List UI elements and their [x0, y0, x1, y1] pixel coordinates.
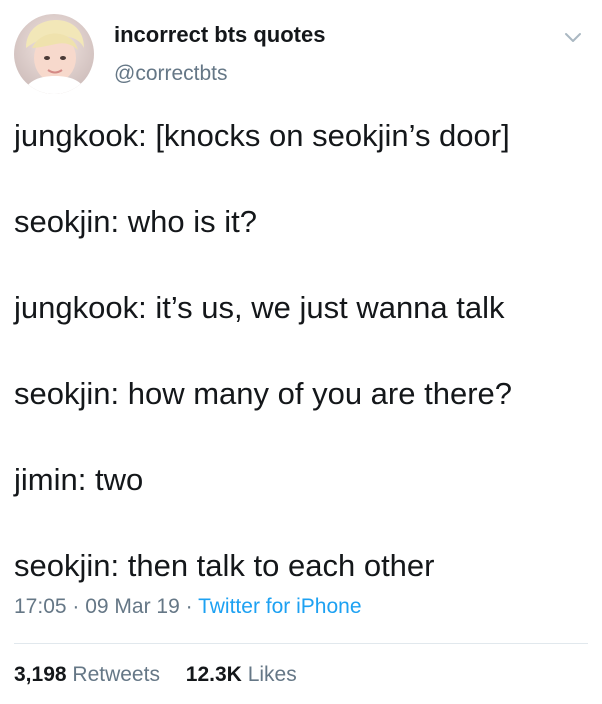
user-handle[interactable]: @correctbts — [114, 62, 228, 86]
tweet-time[interactable]: 17:05 — [14, 595, 67, 618]
source-link[interactable]: Twitter for iPhone — [198, 595, 361, 618]
tweet-line: seokjin: who is it? — [14, 204, 257, 239]
tweet-line: seokjin: then talk to each other — [14, 548, 435, 583]
tweet-text: jungkook: [knocks on seokjin’s door] seo… — [14, 114, 588, 587]
separator: · — [179, 595, 199, 618]
retweets-count: 3,198 — [14, 663, 67, 686]
tweet-date[interactable]: 09 Mar 19 — [85, 595, 180, 618]
profile-photo-icon — [14, 14, 94, 94]
tweet-meta: 17:05 · 09 Mar 19 · Twitter for iPhone — [14, 595, 362, 619]
avatar[interactable] — [14, 14, 94, 94]
tweet-line: seokjin: how many of you are there? — [14, 376, 512, 411]
retweets-stat[interactable]: 3,198 Retweets — [14, 663, 160, 687]
likes-label: Likes — [247, 663, 297, 686]
tweet-stats: 3,198 Retweets 12.3K Likes — [14, 663, 317, 687]
retweets-label: Retweets — [72, 663, 160, 686]
separator: · — [66, 595, 86, 618]
likes-count: 12.3K — [185, 663, 242, 686]
chevron-down-icon[interactable] — [562, 26, 584, 48]
tweet-line: jungkook: it’s us, we just wanna talk — [14, 290, 505, 325]
likes-stat[interactable]: 12.3K Likes — [186, 663, 297, 687]
tweet-line: jungkook: [knocks on seokjin’s door] — [14, 118, 510, 153]
tweet: incorrect bts quotes @correctbts jungkoo… — [0, 0, 602, 704]
tweet-line: jimin: two — [14, 462, 144, 497]
divider — [14, 643, 588, 644]
display-name[interactable]: incorrect bts quotes — [114, 22, 325, 48]
